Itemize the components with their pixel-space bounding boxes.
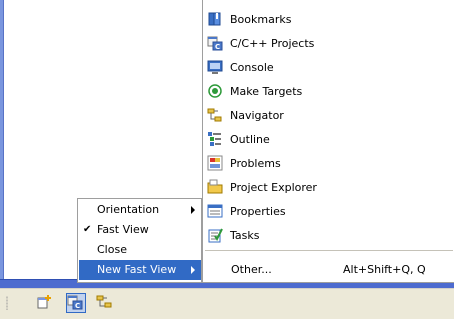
submenu-arrow-icon <box>191 266 195 274</box>
menu-item-label: Outline <box>230 133 270 146</box>
menu-item-label: Orientation <box>97 203 160 216</box>
fast-view-context-menu: Orientation ✔ Fast View Close New Fast V… <box>77 198 202 283</box>
properties-icon <box>207 204 223 218</box>
problems-icon <box>207 155 223 171</box>
menu-item-label: Bookmarks <box>230 13 292 26</box>
menu-item-cpp-projects[interactable]: C C/C++ Projects <box>203 31 454 55</box>
menu-item-shortcut: Alt+Shift+Q, Q <box>343 263 426 276</box>
checkmark-icon: ✔ <box>83 224 92 235</box>
menu-item-tasks[interactable]: Tasks <box>203 223 454 247</box>
menu-item-label: Fast View <box>97 223 149 236</box>
menu-item-outline[interactable]: Outline <box>203 127 454 151</box>
cpp-projects-icon: C <box>67 295 83 310</box>
menu-item-navigator[interactable]: Navigator <box>203 103 454 127</box>
menu-item-label: Properties <box>230 205 286 218</box>
menu-item-bookmarks[interactable]: Bookmarks <box>203 7 454 31</box>
menu-item-label: Project Explorer <box>230 181 317 194</box>
outline-icon <box>208 132 221 146</box>
menu-item-label: Close <box>97 243 127 256</box>
bookmarks-icon <box>208 12 221 26</box>
menu-item-fast-view[interactable]: ✔ Fast View <box>79 220 201 240</box>
menu-item-project-explorer[interactable]: Project Explorer <box>203 175 454 199</box>
project-explorer-icon <box>207 179 223 194</box>
fast-view-bar: C <box>0 288 454 319</box>
navigator-icon <box>207 108 222 122</box>
submenu-arrow-icon <box>191 206 195 214</box>
menu-item-label: New Fast View <box>97 263 177 276</box>
cpp-projects-icon: C <box>207 36 223 51</box>
navigator-icon <box>96 295 112 308</box>
console-icon <box>207 60 223 74</box>
menu-item-label: Navigator <box>230 109 284 122</box>
menu-item-close[interactable]: Close <box>79 240 201 260</box>
menu-separator <box>205 250 453 251</box>
menu-item-make-targets[interactable]: Make Targets <box>203 79 454 103</box>
menu-item-new-fast-view[interactable]: New Fast View <box>79 260 201 280</box>
menu-item-problems[interactable]: Problems <box>203 151 454 175</box>
tasks-icon <box>208 228 223 243</box>
menu-item-properties[interactable]: Properties <box>203 199 454 223</box>
new-fast-view-icon[interactable] <box>35 293 53 311</box>
toolbar-grip[interactable] <box>6 296 8 310</box>
menu-item-console[interactable]: Console <box>203 55 454 79</box>
menu-item-orientation[interactable]: Orientation <box>79 200 201 220</box>
menu-item-other[interactable]: Other... Alt+Shift+Q, Q <box>203 255 454 279</box>
fast-view-cpp-projects-button[interactable]: C <box>66 293 86 313</box>
svg-text:C: C <box>215 43 220 51</box>
menu-item-label: Tasks <box>230 229 260 242</box>
menu-item-label: C/C++ Projects <box>230 37 315 50</box>
menu-item-label: Make Targets <box>230 85 303 98</box>
menu-item-label: Other... <box>231 263 272 276</box>
menu-item-label: Problems <box>230 157 281 170</box>
new-fast-view-submenu: Bookmarks C C/C++ Projects Console Make … <box>202 0 454 283</box>
svg-text:C: C <box>75 302 80 310</box>
fast-view-navigator-button[interactable] <box>96 293 114 311</box>
make-targets-icon <box>208 84 222 98</box>
workbench-window: C Orientation ✔ Fast View Close New Fast… <box>0 0 454 319</box>
menu-item-label: Console <box>230 61 274 74</box>
